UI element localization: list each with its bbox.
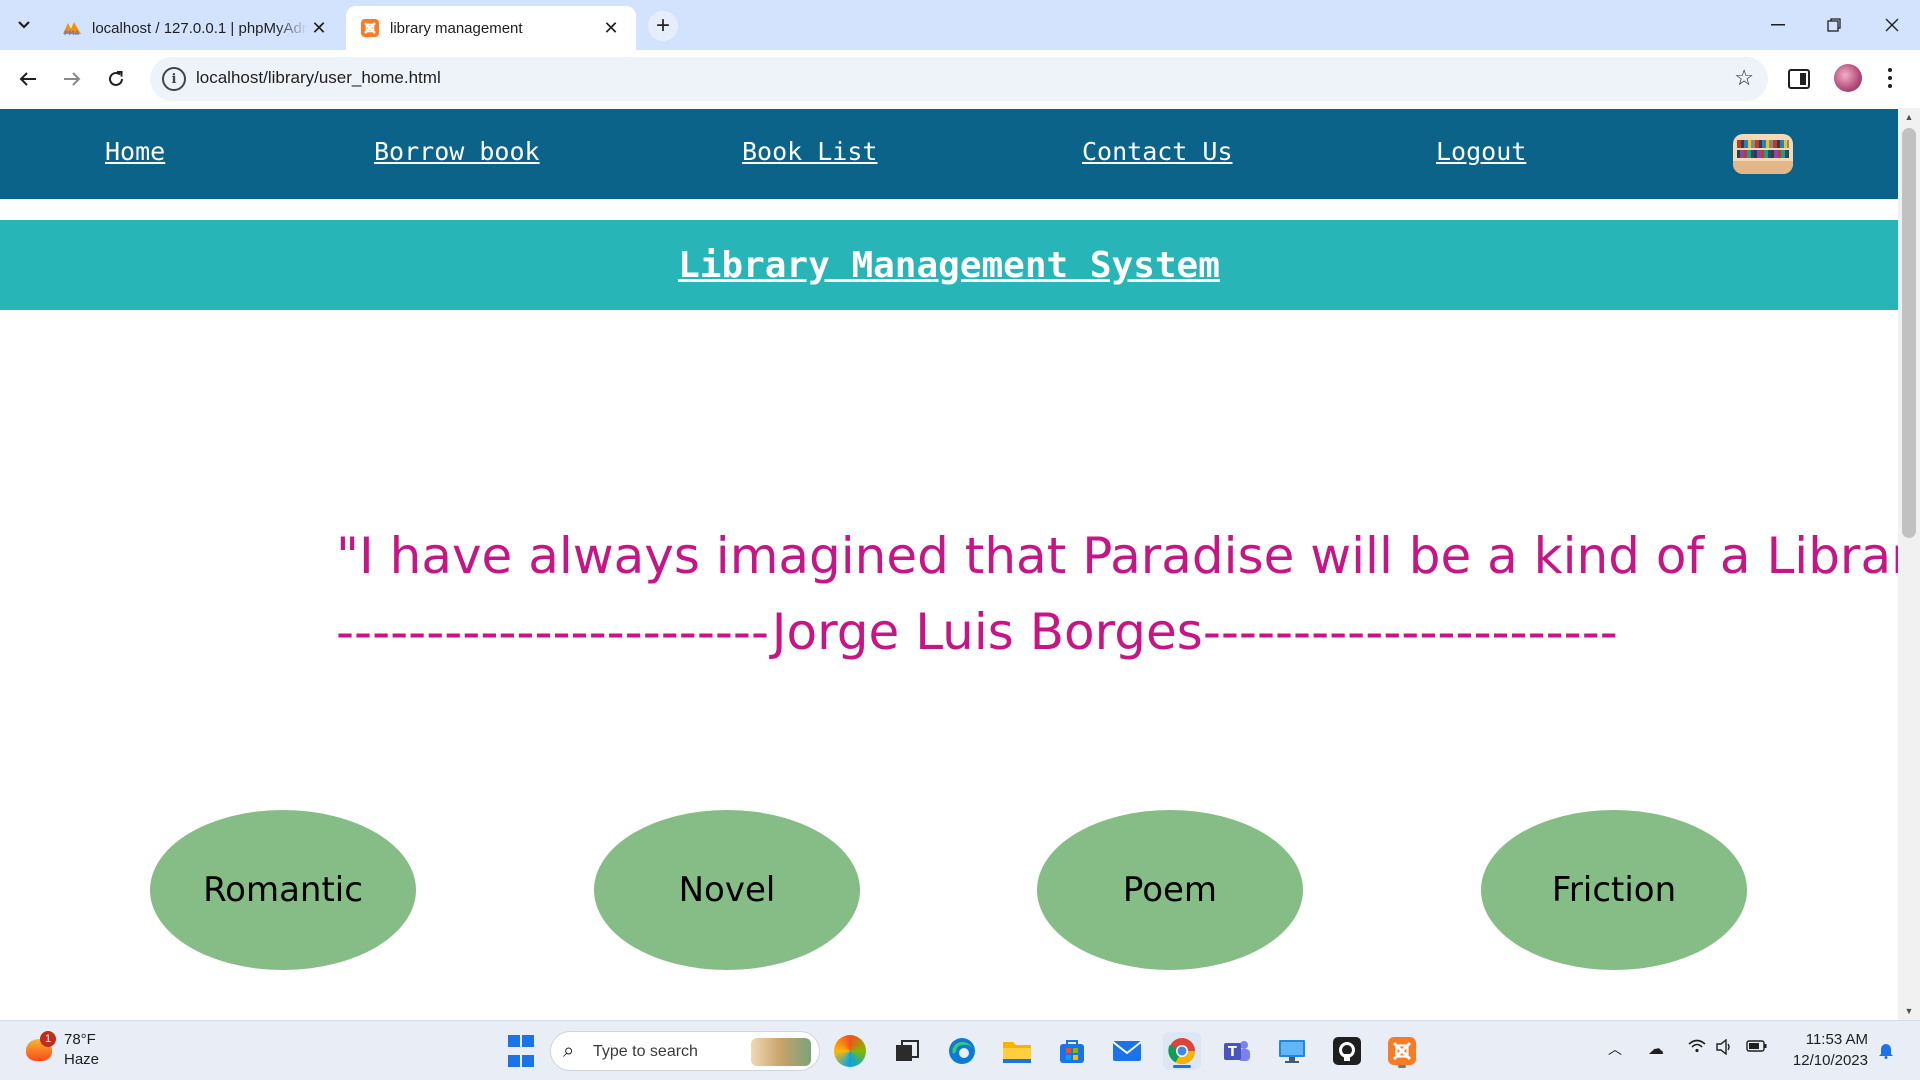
nav-borrow-book-link[interactable]: Borrow book xyxy=(374,137,540,166)
url-text[interactable]: localhost/library/user_home.html xyxy=(196,68,441,88)
minimize-icon xyxy=(1771,24,1785,26)
tab-title: localhost / 127.0.0.1 | phpMyAdmin xyxy=(92,19,308,37)
weather-widget[interactable]: 1 78°F Haze xyxy=(22,1031,142,1071)
close-window-button[interactable] xyxy=(1864,0,1920,50)
page-viewport: Home Borrow book Book List Contact Us Lo… xyxy=(0,108,1898,1020)
close-icon xyxy=(1885,18,1899,32)
system-clock[interactable]: 11:53 AM 12/10/2023 xyxy=(1780,1029,1868,1071)
page-title: Library Management System xyxy=(678,244,1220,286)
tab-search-button[interactable] xyxy=(9,11,39,39)
clock-date: 12/10/2023 xyxy=(1792,1052,1868,1069)
xampp-icon xyxy=(360,18,380,38)
site-navigation: Home Borrow book Book List Contact Us Lo… xyxy=(0,109,1898,199)
arrow-left-icon xyxy=(19,72,36,86)
xampp-taskbar-icon[interactable] xyxy=(1383,1032,1421,1070)
task-view-icon[interactable] xyxy=(888,1032,926,1070)
notification-badge: 1 xyxy=(40,1031,56,1047)
new-tab-button[interactable]: + xyxy=(648,11,678,41)
category-friction-button[interactable]: Friction xyxy=(1481,810,1747,970)
profile-avatar[interactable] xyxy=(1834,64,1862,92)
chevron-down-icon xyxy=(18,21,30,29)
quote-block: "I have always imagined that Paradise wi… xyxy=(336,518,1898,670)
nav-book-list-link[interactable]: Book List xyxy=(742,137,877,166)
temperature-text: 78°F xyxy=(64,1031,96,1048)
reload-button[interactable] xyxy=(98,61,134,97)
microsoft-store-icon[interactable] xyxy=(1053,1032,1091,1070)
quote-author: ------------------------Jorge Luis Borge… xyxy=(336,603,1618,661)
copilot-icon[interactable] xyxy=(834,1035,866,1067)
file-explorer-icon[interactable] xyxy=(998,1032,1036,1070)
close-tab-icon[interactable]: ✕ xyxy=(308,17,330,39)
weather-condition-text: Haze xyxy=(64,1051,100,1068)
browser-tab-bar: PMA localhost / 127.0.0.1 | phpMyAdmin ✕… xyxy=(0,0,1920,50)
restore-icon xyxy=(1827,18,1841,32)
windows-taskbar: 1 78°F Haze ⌕ Type to search T ︿ ☁ 11:53… xyxy=(0,1020,1920,1080)
battery-icon[interactable] xyxy=(1746,1039,1768,1058)
close-tab-icon[interactable]: ✕ xyxy=(600,17,622,39)
mail-icon[interactable] xyxy=(1108,1032,1146,1070)
reload-icon xyxy=(109,71,123,86)
chrome-browser-icon[interactable] xyxy=(1163,1032,1201,1070)
category-poem-button[interactable]: Poem xyxy=(1037,810,1303,970)
svg-text:PMA: PMA xyxy=(64,30,79,36)
browser-toolbar: i localhost/library/user_home.html ☆ xyxy=(0,50,1920,108)
site-info-icon[interactable]: i xyxy=(162,67,186,91)
edge-browser-icon[interactable] xyxy=(943,1032,981,1070)
teams-icon[interactable]: T xyxy=(1218,1032,1256,1070)
wifi-icon[interactable] xyxy=(1688,1039,1706,1058)
library-logo-image xyxy=(1733,134,1793,174)
tab-title: library management xyxy=(390,19,523,37)
notification-bell-icon[interactable] xyxy=(1878,1041,1894,1059)
svg-text:T: T xyxy=(1228,1045,1237,1060)
phpmyadmin-icon: PMA xyxy=(62,18,82,38)
minimize-button[interactable] xyxy=(1750,0,1806,50)
windows-start-icon[interactable] xyxy=(502,1032,540,1070)
back-button[interactable] xyxy=(10,61,46,97)
remote-desktop-icon[interactable] xyxy=(1273,1032,1311,1070)
tab-library-management[interactable]: library management ✕ xyxy=(346,6,636,50)
github-desktop-icon[interactable] xyxy=(1328,1032,1366,1070)
category-novel-button[interactable]: Novel xyxy=(594,810,860,970)
side-panel-icon[interactable] xyxy=(1788,69,1810,89)
tab-phpmyadmin[interactable]: PMA localhost / 127.0.0.1 | phpMyAdmin ✕ xyxy=(48,6,344,50)
plus-icon: + xyxy=(655,12,670,39)
search-icon: ⌕ xyxy=(563,1040,575,1062)
browser-menu-icon[interactable] xyxy=(1880,62,1900,94)
category-romantic-button[interactable]: Romantic xyxy=(150,810,416,970)
address-bar[interactable]: i localhost/library/user_home.html ☆ xyxy=(150,57,1768,101)
arrow-right-icon xyxy=(64,72,81,86)
volume-icon[interactable] xyxy=(1716,1038,1734,1060)
quote-text: "I have always imagined that Paradise wi… xyxy=(336,527,1898,585)
clock-time: 11:53 AM xyxy=(1805,1031,1868,1048)
running-indicator xyxy=(1398,1065,1406,1068)
onedrive-cloud-icon[interactable]: ☁ xyxy=(1648,1039,1664,1059)
search-highlight-image xyxy=(751,1038,811,1066)
scrollbar-thumb[interactable] xyxy=(1902,128,1916,538)
search-placeholder: Type to search xyxy=(593,1043,698,1060)
running-indicator xyxy=(1173,1065,1191,1068)
forward-button[interactable] xyxy=(54,61,90,97)
nav-home-link[interactable]: Home xyxy=(105,137,165,166)
scroll-up-arrow-icon[interactable]: ▲ xyxy=(1898,108,1920,126)
nav-contact-us-link[interactable]: Contact Us xyxy=(1082,137,1233,166)
nav-logout-link[interactable]: Logout xyxy=(1436,137,1526,166)
show-hidden-icons-chevron-icon[interactable]: ︿ xyxy=(1608,1039,1622,1059)
restore-button[interactable] xyxy=(1806,0,1862,50)
title-banner: Library Management System xyxy=(0,220,1898,310)
taskbar-search-box[interactable]: ⌕ Type to search xyxy=(550,1031,820,1071)
bookmark-star-icon[interactable]: ☆ xyxy=(1734,65,1754,91)
scroll-down-arrow-icon[interactable]: ▼ xyxy=(1898,1002,1920,1020)
page-scrollbar[interactable]: ▲ ▼ xyxy=(1898,108,1920,1020)
